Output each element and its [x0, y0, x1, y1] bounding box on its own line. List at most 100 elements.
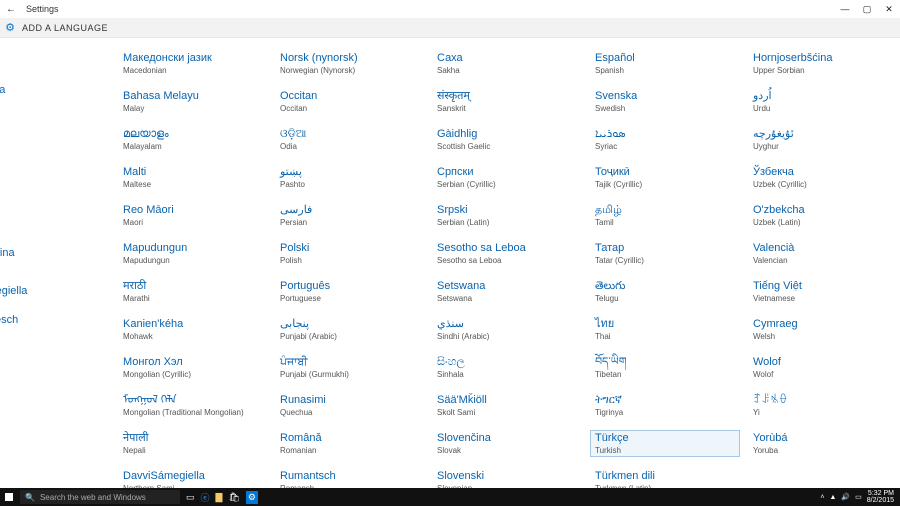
language-item[interactable]: SlovenskiSlovenian — [432, 468, 582, 488]
language-english-name: Occitan — [280, 104, 420, 113]
language-item[interactable]: erbščinalan — [0, 245, 118, 272]
language-item[interactable]: MaltiMaltese — [118, 164, 268, 191]
language-item[interactable]: Kanien'kéhaMohawk — [118, 316, 268, 343]
language-item[interactable]: ТатарTatar (Cyrillic) — [590, 240, 740, 267]
language-item[interactable]: RunasimiQuechua — [275, 392, 425, 419]
language-item[interactable]: پښتوPashto — [275, 164, 425, 191]
language-item[interactable]: ЎзбекчаUzbek (Cyrillic) — [748, 164, 898, 191]
language-item[interactable] — [0, 66, 118, 71]
language-item[interactable] — [0, 50, 118, 55]
language-native-name: Sámegiella — [0, 285, 113, 298]
language-english-name: Yoruba — [753, 446, 893, 455]
language-item[interactable]: മലയാളംMalayalam — [118, 126, 268, 153]
language-item[interactable]: Reo MāoriMaori — [118, 202, 268, 229]
language-item[interactable]: संस्कृतम्Sanskrit — [432, 88, 582, 115]
language-item[interactable]: मराठीMarathi — [118, 278, 268, 305]
language-item[interactable]: DavviSámegiellaNorthern Sami — [118, 468, 268, 488]
language-native-name: Türkmen dili — [595, 470, 735, 483]
language-item[interactable]: پنجابیPunjabi (Arabic) — [275, 316, 425, 343]
language-item[interactable]: ไทยThai — [590, 316, 740, 343]
language-item[interactable]: PolskiPolish — [275, 240, 425, 267]
language-item[interactable]: SvenskaSwedish — [590, 88, 740, 115]
language-item[interactable]: OccitanOccitan — [275, 88, 425, 115]
language-item[interactable]: සිංහලSinhala — [432, 354, 582, 381]
taskbar[interactable]: 🔍 Search the web and Windows ▭ ⓔ ▇ 🛍 ⚙ ˄… — [0, 488, 900, 506]
language-item[interactable] — [0, 181, 118, 186]
language-item[interactable]: SetswanaSetswana — [432, 278, 582, 305]
language-item[interactable]: ꆈꌠꁱꂷYi — [748, 392, 898, 419]
language-item[interactable]: uergeschurgish — [0, 312, 118, 339]
edge-icon[interactable]: ⓔ — [201, 491, 210, 504]
store-icon[interactable]: 🛍 — [228, 492, 239, 503]
language-item[interactable]: فارسىPersian — [275, 202, 425, 229]
tray-volume-icon[interactable]: 🔊 — [841, 493, 850, 501]
language-item[interactable]: Tiếng ViệtVietnamese — [748, 278, 898, 305]
language-item[interactable] — [0, 229, 118, 234]
language-item[interactable]: PortuguêsPortuguese — [275, 278, 425, 305]
language-item[interactable]: ܣܘܪܝܝܐSyriac — [590, 126, 740, 153]
language-item[interactable]: ଓଡ଼ିଆOdia — [275, 126, 425, 153]
minimize-button[interactable]: — — [834, 4, 856, 14]
language-item[interactable]: Norsk (nynorsk)Norwegian (Nynorsk) — [275, 50, 425, 77]
start-button[interactable] — [0, 488, 18, 506]
language-column: СахаSakha संस्कृतम्Sanskrit GàidhligScotti… — [432, 50, 582, 488]
language-item[interactable]: བོད་ཡིགTibetan — [590, 354, 740, 381]
language-native-name: Sää'Mǩiöll — [437, 394, 577, 407]
back-button[interactable]: ← — [2, 4, 20, 15]
language-item[interactable]: नेपालीNepali — [118, 430, 268, 457]
language-item[interactable]: ਪੰਜਾਬੀPunjabi (Gurmukhi) — [275, 354, 425, 381]
tray-network-icon[interactable]: ▲ — [829, 494, 836, 501]
language-item[interactable] — [0, 165, 118, 170]
language-english-name: Slovak — [437, 446, 577, 455]
close-button[interactable]: ✕ — [878, 4, 900, 15]
language-item[interactable]: سنڌيSindhi (Arabic) — [432, 316, 582, 343]
language-item[interactable]: RomânăRomanian — [275, 430, 425, 457]
language-item[interactable]: Монгол ХэлMongolian (Cyrillic) — [118, 354, 268, 381]
language-item[interactable]: CymraegWelsh — [748, 316, 898, 343]
language-item[interactable] — [0, 213, 118, 218]
file-explorer-icon[interactable]: ▇ — [216, 492, 223, 503]
taskbar-clock[interactable]: 5:32 PM 8/2/2015 — [867, 490, 894, 504]
language-item[interactable]: WolofWolof — [748, 354, 898, 381]
language-item[interactable]: СахаSakha — [432, 50, 582, 77]
language-item[interactable]: TürkçeTurkish — [590, 430, 740, 457]
language-item[interactable]: Sää'MǩiöllSkolt Sami — [432, 392, 582, 419]
taskbar-search[interactable]: 🔍 Search the web and Windows — [20, 490, 180, 504]
language-item[interactable]: ᠮᠣᠩᠭᠣᠯ ᠬᠡᠯᠡMongolian (Traditional Mongol… — [118, 392, 268, 419]
language-item[interactable]: Sesotho sa LeboaSesotho sa Leboa — [432, 240, 582, 267]
language-item[interactable]: SrpskiSerbian (Latin) — [432, 202, 582, 229]
language-english-name: Urdu — [753, 104, 893, 113]
settings-app-icon[interactable]: ⚙ — [246, 491, 258, 504]
maximize-button[interactable]: ▢ — [856, 4, 878, 15]
language-item[interactable]: ValenciàValencian — [748, 240, 898, 267]
language-item[interactable]: YorùbáYoruba — [748, 430, 898, 457]
language-item[interactable]: ئۇيغۇرچەUyghur — [748, 126, 898, 153]
task-view-icon[interactable]: ▭ — [186, 492, 195, 503]
language-item[interactable]: MapudungunMapudungun — [118, 240, 268, 267]
tray-action-center-icon[interactable]: ▭ — [855, 493, 862, 501]
language-native-name: Hornjoserbšćina — [753, 52, 893, 65]
language-item[interactable] — [0, 197, 118, 202]
language-english-name: Sinhala — [437, 370, 577, 379]
language-item[interactable]: ТоҷикӣTajik (Cyrillic) — [590, 164, 740, 191]
language-item[interactable]: తెలుగుTelugu — [590, 278, 740, 305]
language-item[interactable] — [0, 149, 118, 154]
language-item[interactable]: Türkmen diliTurkmen (Latin) — [590, 468, 740, 488]
language-item[interactable]: RumantschRomansh — [275, 468, 425, 488]
language-item[interactable]: GàidhligScottish Gaelic — [432, 126, 582, 153]
language-item[interactable]: O'zbekchaUzbek (Latin) — [748, 202, 898, 229]
language-item[interactable]: اُردوUrdu — [748, 88, 898, 115]
language-native-name: erbščina — [0, 247, 113, 260]
language-item[interactable]: EspañolSpanish — [590, 50, 740, 77]
language-item[interactable]: Bahasa MelayuMalay — [118, 88, 268, 115]
tray-chevron-icon[interactable]: ˄ — [820, 494, 824, 501]
language-item[interactable]: Sámegiella — [0, 283, 118, 301]
language-item[interactable]: தமிழ்Tamil — [590, 202, 740, 229]
language-item[interactable]: íli — [0, 120, 118, 138]
language-item[interactable]: SlovenčinaSlovak — [432, 430, 582, 457]
language-item[interactable]: ትግርኛTigrinya — [590, 392, 740, 419]
language-item[interactable]: wandab — [0, 82, 118, 109]
language-item[interactable]: Македонски јазикMacedonian — [118, 50, 268, 77]
language-item[interactable]: СрпскиSerbian (Cyrillic) — [432, 164, 582, 191]
language-item[interactable]: HornjoserbšćinaUpper Sorbian — [748, 50, 898, 77]
